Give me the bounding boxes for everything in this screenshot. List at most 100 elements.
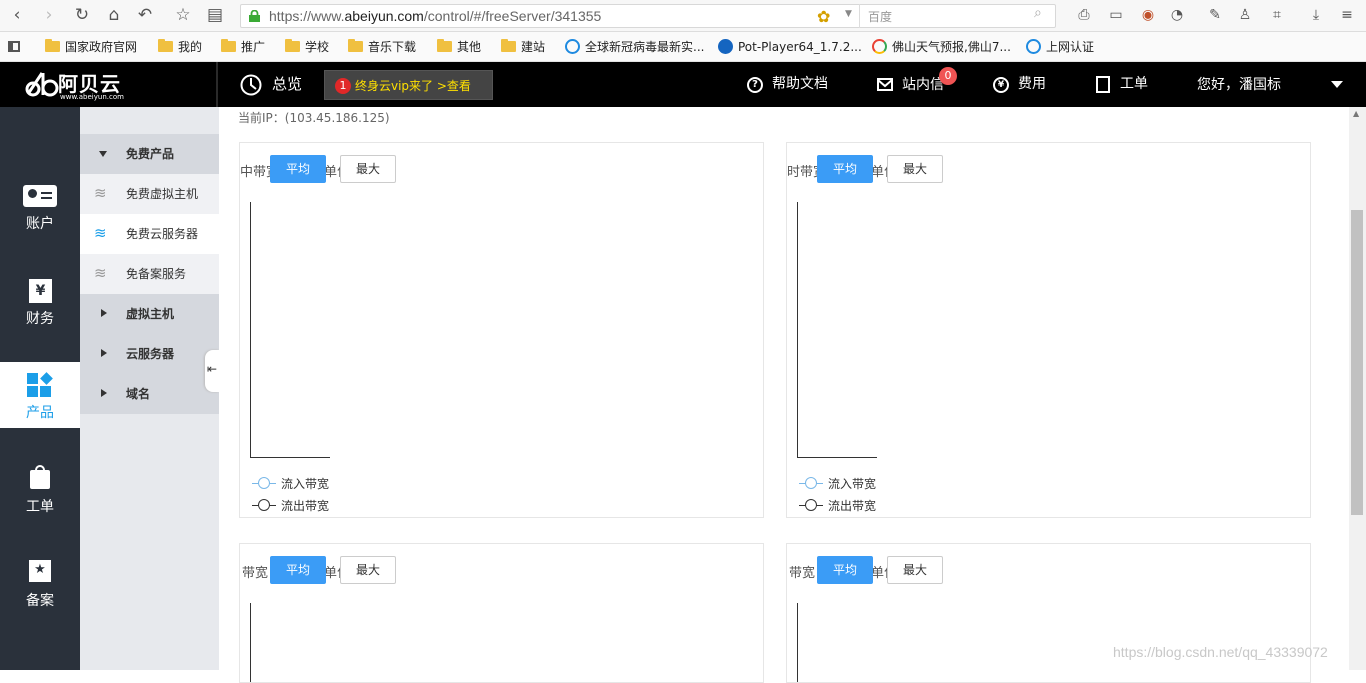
caret-right-icon (101, 309, 107, 317)
browser-toolbar: ‹ › ↻ ⌂ ↶ ☆ ▤ https://www.abeiyun.com/co… (0, 0, 1366, 32)
tools-icon[interactable]: ✎ (1204, 4, 1226, 26)
left-nav: 账户 ¥ 财务 产品 工单 ★ 备案 (0, 107, 80, 670)
ie-icon (565, 39, 580, 54)
submenu-group-free[interactable]: 免费产品 (80, 134, 219, 174)
refresh-icon[interactable]: ↻ (71, 4, 93, 26)
bookmarks-bar: 国家政府官网 我的 推广 学校 音乐下载 其他 建站 全球新冠病毒最新实... … (0, 32, 1366, 62)
submenu-label: 免备案服务 (126, 267, 187, 281)
bookmark-item[interactable]: 佛山天气预报,佛山7... (872, 39, 1011, 55)
legend-inflow[interactable]: 流入带宽 (252, 476, 329, 492)
star-icon[interactable]: ☆ (172, 4, 194, 26)
logo-subtext: www.abeiyun.com (60, 93, 124, 101)
bookmark-item[interactable]: 音乐下载 (348, 39, 416, 55)
tickets-label: 工单 (1120, 76, 1148, 92)
address-bar[interactable]: https://www.abeiyun.com/control/#/freeSe… (240, 4, 1056, 28)
average-button[interactable]: 平均 (817, 556, 873, 584)
folder-icon (437, 39, 452, 52)
window-icon[interactable]: ▭ (1105, 4, 1127, 26)
search-icon[interactable]: ⌕ (1034, 5, 1042, 21)
average-button[interactable]: 平均 (270, 155, 326, 183)
submenu-group-vhost[interactable]: 虚拟主机 (80, 294, 219, 334)
scroll-up-icon[interactable]: ▲ (1353, 109, 1359, 118)
collapse-icon: ⇤ (207, 362, 218, 376)
nav-item-finance[interactable]: ¥ 财务 (0, 259, 80, 327)
promo-number-badge: 1 (335, 78, 351, 94)
vip-promo-banner[interactable]: 1 终身云vip来了 >查看 (324, 70, 493, 100)
url-text[interactable]: https://www.abeiyun.com/control/#/freeSe… (269, 8, 601, 24)
user-icon[interactable]: ♙ (1234, 4, 1256, 26)
chart-y-axis (250, 603, 251, 682)
submenu-item-free-vhost[interactable]: ≋ 免费虚拟主机 (80, 174, 219, 214)
max-button[interactable]: 最大 (340, 556, 396, 584)
submenu-label: 域名 (126, 387, 151, 401)
chart-x-axis (797, 457, 877, 458)
bookmark-item[interactable]: 我的 (158, 39, 202, 55)
logo[interactable]: 阿贝云 www.abeiyun.com (0, 62, 218, 107)
max-button[interactable]: 最大 (887, 556, 943, 584)
logo-icon (25, 72, 59, 97)
user-menu[interactable]: 您好，潘国标 (1197, 62, 1357, 107)
current-ip: 当前IP：(103.45.186.125) (238, 111, 390, 125)
submenu-item-free-icp[interactable]: ≋ 免备案服务 (80, 254, 219, 294)
undo-icon[interactable]: ↶ (134, 4, 156, 26)
bookmark-item[interactable]: 学校 (285, 39, 329, 55)
chrome-icon (872, 39, 887, 54)
mail-icon (877, 78, 893, 91)
forward-icon[interactable]: › (38, 4, 60, 26)
bookmark-item[interactable]: Pot-Player64_1.7.2... (718, 39, 862, 55)
bookmark-item[interactable]: 全球新冠病毒最新实... (565, 39, 704, 55)
caret-right-icon (101, 389, 107, 397)
collapse-sidebar-button[interactable]: ⇤ (205, 350, 219, 392)
submenu-label: 云服务器 (126, 347, 175, 361)
chart-y-axis (250, 202, 251, 458)
folder-icon (221, 39, 236, 52)
reading-list-icon[interactable]: ▤ (204, 4, 226, 26)
chevron-down-icon[interactable]: ▼ (845, 9, 852, 19)
crop-icon[interactable]: ⌗ (1266, 4, 1288, 26)
submenu-item-free-cloud[interactable]: ≋ 免费云服务器 (80, 214, 219, 254)
search-input[interactable]: 百度 (868, 8, 892, 25)
bee-icon[interactable]: ✿ (817, 7, 830, 26)
submenu-label: 免费虚拟主机 (126, 187, 199, 201)
vertical-scrollbar[interactable]: ▲ (1349, 107, 1366, 670)
max-button[interactable]: 最大 (340, 155, 396, 183)
bookmark-item[interactable]: 建站 (501, 39, 545, 55)
bookmark-item[interactable]: 上网认证 (1026, 39, 1094, 55)
max-button[interactable]: 最大 (887, 155, 943, 183)
product-submenu: 免费产品 ≋ 免费虚拟主机 ≋ 免费云服务器 ≋ 免备案服务 虚拟主机 云服务器… (80, 107, 219, 670)
print-icon[interactable]: ⎙ (1073, 4, 1095, 26)
folder-icon (45, 39, 60, 52)
bandwidth-chart-panel: 中带宽 单位 平均 最大 流入带宽 流出带宽 (239, 142, 764, 518)
legend-outflow[interactable]: 流出带宽 (799, 498, 876, 514)
search-box[interactable]: 百度 ⌕ (859, 4, 1057, 28)
bookmark-item[interactable]: 推广 (221, 39, 265, 55)
submenu-group-cloud[interactable]: 云服务器 (80, 334, 219, 374)
nav-item-tickets[interactable]: 工单 (0, 464, 80, 530)
average-button[interactable]: 平均 (817, 155, 873, 183)
bookmark-item[interactable]: 国家政府官网 (45, 39, 137, 55)
potplayer-icon (718, 39, 733, 54)
back-icon[interactable]: ‹ (6, 4, 28, 26)
nav-label: 产品 (26, 405, 54, 421)
bookmark-item[interactable]: 其他 (437, 39, 481, 55)
download-icon[interactable]: ⤓ (1305, 4, 1327, 26)
folder-icon (501, 39, 516, 52)
average-button[interactable]: 平均 (270, 556, 326, 584)
extension-icon[interactable]: ◉ (1137, 4, 1159, 26)
nav-item-filing[interactable]: ★ 备案 (0, 559, 80, 625)
nav-item-account[interactable]: 账户 (0, 165, 80, 232)
scrollbar-thumb[interactable] (1351, 210, 1363, 515)
account-card-icon (23, 185, 57, 207)
bandwidth-chart-panel: 带宽 单位 平均 最大 (239, 543, 764, 683)
apps-icon[interactable] (8, 41, 20, 52)
caret-down-icon (1331, 81, 1343, 88)
legend-inflow[interactable]: 流入带宽 (799, 476, 876, 492)
home-icon[interactable]: ⌂ (103, 4, 125, 26)
menu-icon[interactable]: ≡ (1336, 4, 1358, 26)
chart-y-axis (797, 202, 798, 458)
nav-item-products[interactable]: 产品 (0, 362, 80, 428)
history-icon[interactable]: ◔ (1166, 4, 1188, 26)
lock-icon (249, 10, 260, 22)
submenu-group-domain[interactable]: 域名 (80, 374, 219, 414)
legend-outflow[interactable]: 流出带宽 (252, 498, 329, 514)
